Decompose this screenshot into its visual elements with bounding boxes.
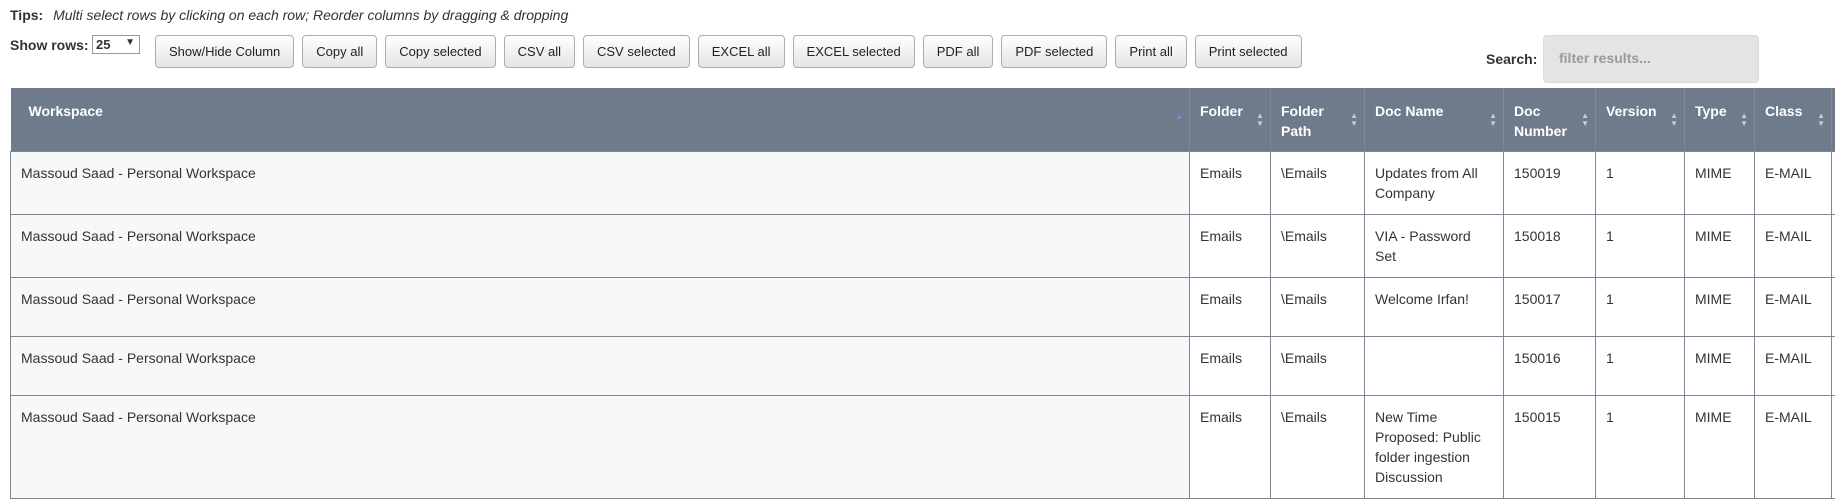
column-header-doc-number[interactable]: Doc Number▲▼ [1504,88,1596,152]
cell-folder: Emails [1190,278,1271,337]
show-rows-select[interactable]: 25 ▼ [92,35,140,54]
cell-class: E-MAIL [1755,337,1832,396]
cell-workspace: Massoud Saad - Personal Workspace [11,278,1190,337]
cell-doc-name: New Time Proposed: Public folder ingesti… [1365,396,1504,499]
cell-doc-number: 150017 [1504,278,1596,337]
cell-version: 1 [1596,152,1685,215]
sort-icon: ▲▼ [1817,112,1825,128]
table-row[interactable]: Massoud Saad - Personal Workspace Emails… [11,215,1835,278]
sort-icon: ▲▼ [1256,112,1264,128]
cell-class: E-MAIL [1755,278,1832,337]
cell-folder-path: \Emails [1271,396,1365,499]
pdf-all-button[interactable]: PDF all [923,35,994,68]
cell-extra: F [1832,152,1835,215]
cell-doc-number: 150015 [1504,396,1596,499]
sort-icon: ▲▼ [1581,112,1589,128]
cell-folder: Emails [1190,215,1271,278]
show-rows-value: 25 [96,37,110,52]
sort-icon: ▲▼ [1670,112,1678,128]
table-row[interactable]: Massoud Saad - Personal Workspace Emails… [11,152,1835,215]
cell-extra: F [1832,396,1835,499]
cell-folder-path: \Emails [1271,215,1365,278]
excel-all-button[interactable]: EXCEL all [698,35,785,68]
print-selected-button[interactable]: Print selected [1195,35,1302,68]
cell-folder-path: \Emails [1271,337,1365,396]
cell-workspace: Massoud Saad - Personal Workspace [11,215,1190,278]
cell-doc-number: 150018 [1504,215,1596,278]
cell-type: MIME [1685,278,1755,337]
excel-selected-button[interactable]: EXCEL selected [793,35,915,68]
cell-doc-name: Updates from All Company [1365,152,1504,215]
csv-all-button[interactable]: CSV all [504,35,575,68]
table-row[interactable]: Massoud Saad - Personal Workspace Emails… [11,278,1835,337]
tips-bar: Tips: Multi select rows by clicking on e… [10,7,568,23]
copy-all-button[interactable]: Copy all [302,35,377,68]
cell-doc-name: Welcome Irfan! [1365,278,1504,337]
table-row[interactable]: Massoud Saad - Personal Workspace Emails… [11,337,1835,396]
column-header-doc-name[interactable]: Doc Name▲▼ [1365,88,1504,152]
cell-version: 1 [1596,278,1685,337]
column-header-folder[interactable]: Folder▲▼ [1190,88,1271,152]
cell-workspace: Massoud Saad - Personal Workspace [11,337,1190,396]
cell-doc-name [1365,337,1504,396]
cell-version: 1 [1596,396,1685,499]
table-row[interactable]: Massoud Saad - Personal Workspace Emails… [11,396,1835,499]
column-header-type[interactable]: Type▲▼ [1685,88,1755,152]
cell-folder: Emails [1190,396,1271,499]
cell-folder: Emails [1190,337,1271,396]
cell-class: E-MAIL [1755,396,1832,499]
cell-extra: F [1832,215,1835,278]
cell-doc-name: VIA - Password Set [1365,215,1504,278]
cell-extra: F [1832,278,1835,337]
cell-version: 1 [1596,337,1685,396]
cell-doc-number: 150016 [1504,337,1596,396]
cell-type: MIME [1685,337,1755,396]
cell-type: MIME [1685,215,1755,278]
cell-extra: F [1832,337,1835,396]
search-input[interactable]: filter results... [1543,35,1759,83]
cell-workspace: Massoud Saad - Personal Workspace [11,152,1190,215]
cell-folder: Emails [1190,152,1271,215]
cell-workspace: Massoud Saad - Personal Workspace [11,396,1190,499]
sort-ascending-icon: ▲ [1175,113,1183,121]
cell-class: E-MAIL [1755,215,1832,278]
cell-class: E-MAIL [1755,152,1832,215]
tips-label: Tips: [10,7,43,23]
csv-selected-button[interactable]: CSV selected [583,35,690,68]
cell-folder-path: \Emails [1271,152,1365,215]
chevron-down-icon: ▼ [125,37,135,48]
cell-type: MIME [1685,396,1755,499]
column-header-folder-path[interactable]: Folder Path▲▼ [1271,88,1365,152]
sort-icon: ▲▼ [1740,112,1748,128]
show-rows-label: Show rows: [10,37,89,53]
column-header-extra[interactable] [1832,88,1835,152]
copy-selected-button[interactable]: Copy selected [385,35,495,68]
tips-text: Multi select rows by clicking on each ro… [53,7,568,23]
cell-type: MIME [1685,152,1755,215]
cell-doc-number: 150019 [1504,152,1596,215]
cell-version: 1 [1596,215,1685,278]
column-header-version[interactable]: Version▲▼ [1596,88,1685,152]
print-all-button[interactable]: Print all [1115,35,1186,68]
sort-icon: ▲▼ [1350,112,1358,128]
search-label: Search: [1486,51,1537,67]
column-header-class[interactable]: Class▲▼ [1755,88,1832,152]
show-hide-column-button[interactable]: Show/Hide Column [155,35,294,68]
export-toolbar: Show/Hide Column Copy all Copy selected … [155,35,1310,68]
pdf-selected-button[interactable]: PDF selected [1001,35,1107,68]
documents-table: Workspace▲ Folder▲▼ Folder Path▲▼ Doc Na… [10,88,1835,499]
cell-folder-path: \Emails [1271,278,1365,337]
sort-icon: ▲▼ [1489,112,1497,128]
column-header-workspace[interactable]: Workspace▲ [11,88,1190,152]
